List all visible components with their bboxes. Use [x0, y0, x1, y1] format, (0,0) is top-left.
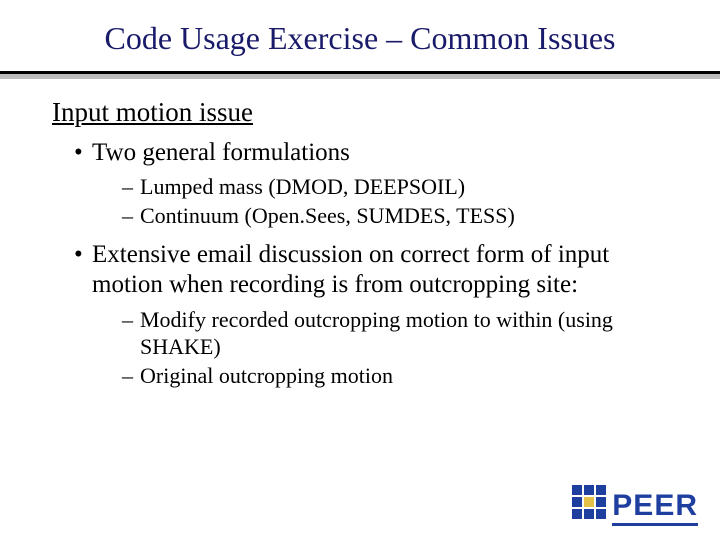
title-divider	[0, 71, 720, 79]
sub-bullet-item: Continuum (Open.Sees, SUMDES, TESS)	[122, 203, 668, 230]
section-heading: Input motion issue	[52, 97, 668, 128]
divider-line	[0, 71, 720, 74]
peer-logo-text: PEER	[612, 488, 698, 524]
slide: Code Usage Exercise – Common Issues Inpu…	[0, 0, 720, 540]
slide-title: Code Usage Exercise – Common Issues	[0, 0, 720, 67]
bullet-item: Extensive email discussion on correct fo…	[74, 240, 668, 389]
bullet-text: Extensive email discussion on correct fo…	[92, 241, 609, 299]
sub-bullet-list: Lumped mass (DMOD, DEEPSOIL) Continuum (…	[92, 174, 668, 230]
divider-shadow	[0, 74, 720, 79]
slide-body: Input motion issue Two general formulati…	[0, 97, 720, 390]
sub-bullet-item: Modify recorded outcropping motion to wi…	[122, 307, 668, 361]
bullet-text: Two general formulations	[92, 139, 350, 166]
bullet-list: Two general formulations Lumped mass (DM…	[52, 138, 668, 390]
bullet-item: Two general formulations Lumped mass (DM…	[74, 138, 668, 230]
sub-bullet-item: Lumped mass (DMOD, DEEPSOIL)	[122, 174, 668, 201]
sub-bullet-list: Modify recorded outcropping motion to wi…	[92, 307, 668, 389]
peer-logo: PEER	[570, 485, 698, 526]
sub-bullet-item: Original outcropping motion	[122, 363, 668, 390]
peer-logo-icon	[570, 485, 606, 526]
peer-logo-underline	[612, 523, 698, 526]
